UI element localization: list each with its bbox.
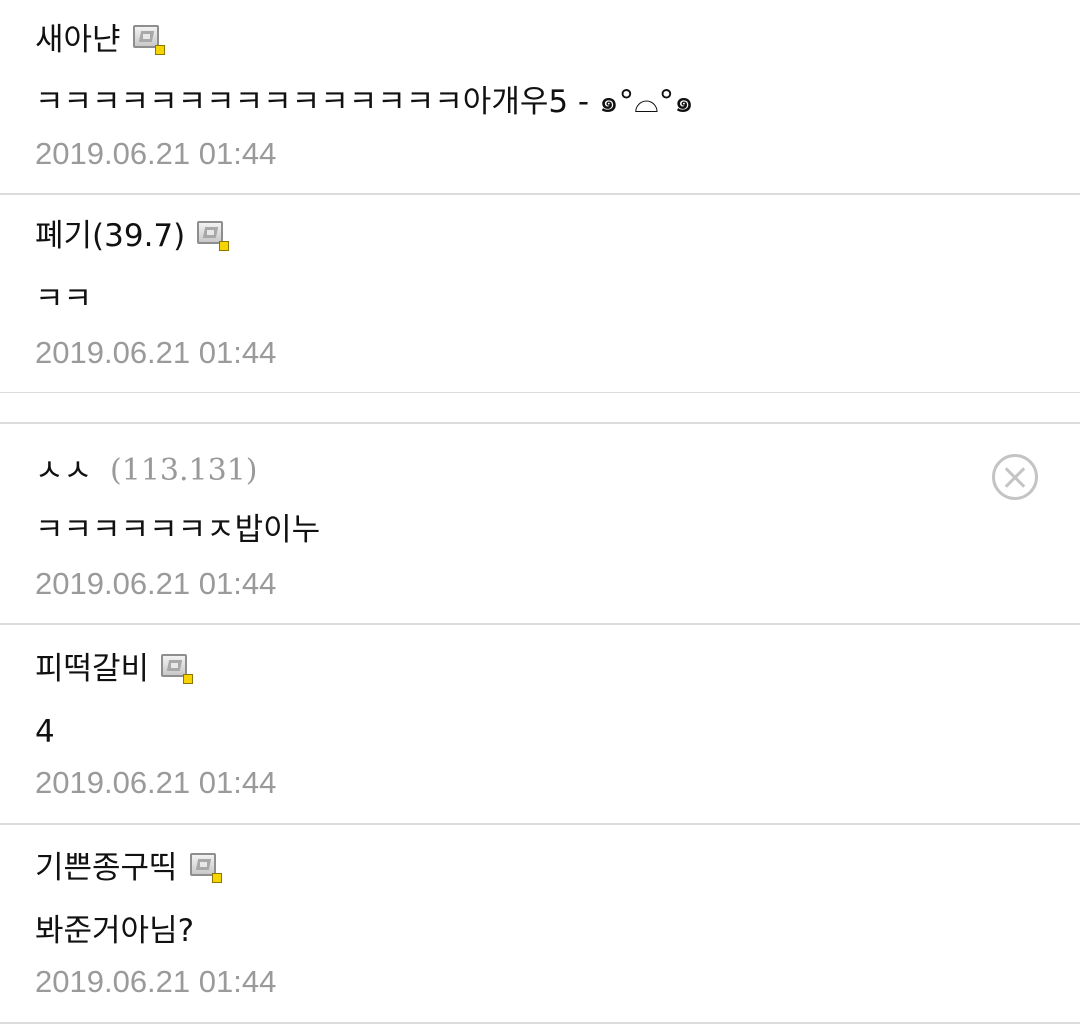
member-badge-icon [197,221,230,251]
comment-text: ㅋㅋㅋㅋㅋㅋㅋㅋㅋㅋㅋㅋㅋㅋㅋ아개우5 - ๑°⌓°๑ [35,84,694,120]
comment-date: 2019.06.21 01:44 [35,765,277,800]
comment-author[interactable]: 기쁜종구띡 [35,848,178,888]
comment-text: ㅋㅋㅋㅋㅋㅋㅈ밥이누 [35,512,321,548]
member-badge-icon [189,853,222,883]
comment-header: 폐기(39.7) [35,216,230,256]
comment-item: 피떡갈비 4 2019.06.21 01:44 [0,625,1080,825]
comment-date: 2019.06.21 01:44 [35,335,277,370]
comment-header: ㅅㅅ (113.131) [35,451,258,491]
comment-item: 기쁜종구띡 봐준거아님? 2019.06.21 01:44 [0,825,1080,1024]
comment-text: ㅋㅋ [35,281,93,317]
member-badge-icon [132,25,165,55]
comment-header: 기쁜종구띡 [35,848,222,888]
comment-divider-gap [0,393,1080,424]
close-circle-icon[interactable] [992,454,1038,500]
comment-author[interactable]: 피떡갈비 [35,649,149,689]
comment-author[interactable]: ㅅㅅ [35,451,92,491]
comment-ip: (113.131) [110,453,258,488]
comment-header: 새아냔 [35,20,165,60]
comment-date: 2019.06.21 01:44 [35,136,277,171]
comment-item: 폐기(39.7) ㅋㅋ 2019.06.21 01:44 [0,195,1080,394]
comment-header: 피떡갈비 [35,649,194,689]
comment-item: 새아냔 ㅋㅋㅋㅋㅋㅋㅋㅋㅋㅋㅋㅋㅋㅋㅋ아개우5 - ๑°⌓°๑ 2019.06.… [0,0,1080,195]
comment-text: 4 [35,714,55,750]
comment-author[interactable]: 폐기(39.7) [35,216,185,256]
comment-date: 2019.06.21 01:44 [35,964,277,999]
member-badge-icon [161,654,194,684]
comment-author[interactable]: 새아냔 [35,20,121,60]
comment-text: 봐준거아님? [35,913,195,949]
comment-date: 2019.06.21 01:44 [35,566,277,601]
comment-item: ㅅㅅ (113.131) ㅋㅋㅋㅋㅋㅋㅈ밥이누 2019.06.21 01:44 [0,424,1080,625]
